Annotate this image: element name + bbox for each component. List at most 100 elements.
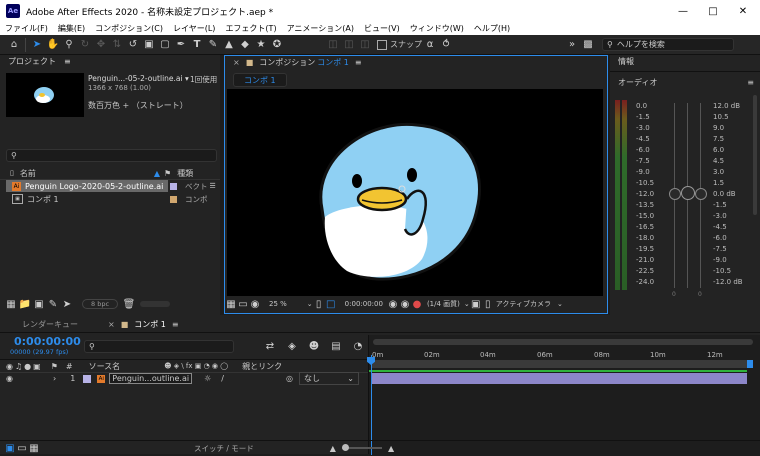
project-search-field[interactable]: ⚲ <box>6 149 217 162</box>
quality-switch-icon[interactable]: / <box>221 374 224 383</box>
resolution-value[interactable]: (1/4 画質) <box>427 299 460 309</box>
brush-tool-icon[interactable]: ✎ <box>205 37 221 53</box>
fit-frame-icon[interactable]: ▯ <box>313 296 325 312</box>
layer-visibility-icon[interactable]: ◉ <box>6 374 13 383</box>
draft-3d-icon[interactable]: ◈ <box>284 338 300 354</box>
comp-panel-title[interactable]: コンポジション <box>259 56 315 70</box>
label-tag-icon[interactable]: ⚑ <box>51 362 58 371</box>
comp-viewer[interactable] <box>227 89 603 296</box>
work-area-end-handle[interactable] <box>747 360 753 368</box>
vr-icon[interactable]: ◉ <box>249 296 261 312</box>
pan-camera-icon[interactable]: ✥ <box>93 37 109 53</box>
close-tab-icon[interactable]: × <box>108 320 115 329</box>
visibility-icon[interactable]: ◉ <box>6 362 13 371</box>
audio-slider-center-knob[interactable] <box>681 186 695 200</box>
timeline-search-field[interactable]: ⚲ <box>84 340 234 353</box>
minimize-icon[interactable]: — <box>668 0 698 22</box>
menu-layer[interactable]: レイヤー(L) <box>168 22 220 35</box>
label-color-chip[interactable] <box>170 182 177 190</box>
zoom-out-icon[interactable]: ▲ <box>330 444 336 453</box>
panel-menu-icon[interactable]: ≡ <box>355 56 362 70</box>
camera-view-value[interactable]: アクティブカメラ <box>496 299 551 309</box>
lock-icon[interactable]: ▣ <box>33 362 41 371</box>
audio-slider-right-knob[interactable] <box>695 188 707 200</box>
comp-mini-flowchart-icon[interactable]: ⇄ <box>262 338 278 354</box>
audio-slider-left-knob[interactable] <box>669 188 681 200</box>
new-folder-icon[interactable]: 📁 <box>18 296 32 312</box>
tab-render-queue[interactable]: レンダーキュー <box>22 319 78 330</box>
layer-label-chip[interactable] <box>83 374 92 383</box>
collapse-transform-icon[interactable]: ☼ <box>204 374 211 383</box>
dolly-camera-icon[interactable]: ⇅ <box>109 37 125 53</box>
snap-toggle[interactable]: スナップ <box>377 39 422 50</box>
orbit-camera-icon[interactable]: ↻ <box>77 37 93 53</box>
transparency-grid-icon[interactable]: ▣ <box>470 296 482 312</box>
project-item-row[interactable]: Ai Penguin Logo-2020-05-2-outline.ai <box>6 180 168 192</box>
menu-effect[interactable]: エフェクト(T) <box>220 22 281 35</box>
snap-option-icon[interactable]: ⍺ <box>422 37 438 53</box>
switch-mode-toggle[interactable]: スイッチ / モード <box>194 443 254 454</box>
project-col-type[interactable]: 種類 <box>177 168 193 179</box>
panel-menu-icon[interactable]: ≡ <box>64 55 71 69</box>
frame-blending-icon[interactable]: ▤ <box>328 338 344 354</box>
snap-checkbox[interactable] <box>377 39 387 50</box>
thumbnail-scroll-slider[interactable] <box>140 301 171 307</box>
label-tag-icon[interactable]: ⚑ <box>164 169 171 178</box>
panel-scrollbar[interactable] <box>753 95 757 215</box>
menu-file[interactable]: ファイル(F) <box>0 22 53 35</box>
expand-chevron-icon[interactable]: › <box>53 374 56 383</box>
type-tool-icon[interactable]: T <box>189 37 205 53</box>
new-composition-icon[interactable]: ▣ <box>32 296 46 312</box>
timeline-col-source[interactable]: ソース名 <box>89 361 121 372</box>
render-icon[interactable]: ➤ <box>60 296 74 312</box>
work-area-bar[interactable] <box>371 360 751 368</box>
region-of-interest-icon[interactable]: □ <box>325 296 337 312</box>
eraser-tool-icon[interactable]: ◆ <box>237 37 253 53</box>
adjust-icon[interactable]: ✎ <box>46 296 60 312</box>
axis-view-icon[interactable]: ◫ <box>357 37 373 53</box>
work-area-navigator[interactable] <box>373 339 753 345</box>
help-search-field[interactable]: ⚲ ヘルプを検索 <box>602 38 734 51</box>
zoom-value[interactable]: 25 % <box>269 300 287 308</box>
pick-whip-icon[interactable]: ◎ <box>286 374 293 383</box>
puppet-pin-icon[interactable]: ✪ <box>269 37 285 53</box>
display-icon[interactable]: ▭ <box>237 296 249 312</box>
menu-help[interactable]: ヘルプ(H) <box>469 22 515 35</box>
rotate-tool-icon[interactable]: ↺ <box>125 37 141 53</box>
bpc-toggle[interactable]: 8 bpc <box>82 299 119 309</box>
home-icon[interactable]: ⌂ <box>6 37 22 53</box>
project-selected-name[interactable]: Penguin...-05-2-outline.ai ▾ <box>88 74 189 83</box>
channel-icon[interactable]: ● <box>411 296 423 312</box>
anchor-tool-icon[interactable]: ▣ <box>141 37 157 53</box>
audio-panel-title[interactable]: オーディオ <box>618 77 657 88</box>
timeline-timecode[interactable]: 0:00:00:00 <box>14 335 81 348</box>
zoom-tool-icon[interactable]: ⚲ <box>61 37 77 53</box>
maximize-icon[interactable]: □ <box>698 0 728 22</box>
timeline-col-parent[interactable]: 親とリンク <box>242 361 282 372</box>
motion-blur-icon[interactable]: ◔ <box>350 338 366 354</box>
label-color-chip[interactable] <box>170 195 177 203</box>
axis-local-icon[interactable]: ◫ <box>325 37 341 53</box>
rectangle-tool-icon[interactable]: ▢ <box>157 37 173 53</box>
trash-icon[interactable]: 🗑 <box>122 296 136 312</box>
panel-menu-icon[interactable]: ≡ <box>747 78 754 87</box>
layer-name[interactable]: Penguin...outline.ai <box>109 373 193 384</box>
layer-row[interactable]: ◉ › 1 Ai Penguin...outline.ai ☼ / ◎ なし ⌄ <box>0 372 368 385</box>
timeline-zoom-slider[interactable] <box>341 444 382 451</box>
close-icon[interactable]: ✕ <box>728 0 758 22</box>
info-panel-title[interactable]: 情報 <box>618 55 634 69</box>
audio-icon[interactable]: ♫ <box>15 362 22 371</box>
project-panel-title[interactable]: プロジェクト <box>8 55 56 69</box>
tab-comp[interactable]: コンポ 1 <box>134 319 166 330</box>
switches-header-icons[interactable]: ☻ ◈ \ fx ▣ ◔ ◉ ◯ <box>164 362 228 370</box>
selection-tool-icon[interactable]: ➤ <box>29 37 45 53</box>
workspace-icon[interactable]: ▩ <box>580 37 596 53</box>
timeline-graph-area[interactable]: 0m 02m 04m 06m 08m 10m 12m <box>367 335 760 455</box>
menu-window[interactable]: ウィンドウ(W) <box>405 22 469 35</box>
snapshot-always-preview-icon[interactable]: ▦ <box>225 296 237 312</box>
parent-dropdown[interactable]: なし ⌄ <box>298 372 359 385</box>
chevron-down-icon[interactable]: ⌄ <box>557 300 563 308</box>
pen-tool-icon[interactable]: ✒ <box>173 37 189 53</box>
menu-composition[interactable]: コンポジション(C) <box>90 22 168 35</box>
project-col-name[interactable]: 名前 <box>20 168 36 179</box>
